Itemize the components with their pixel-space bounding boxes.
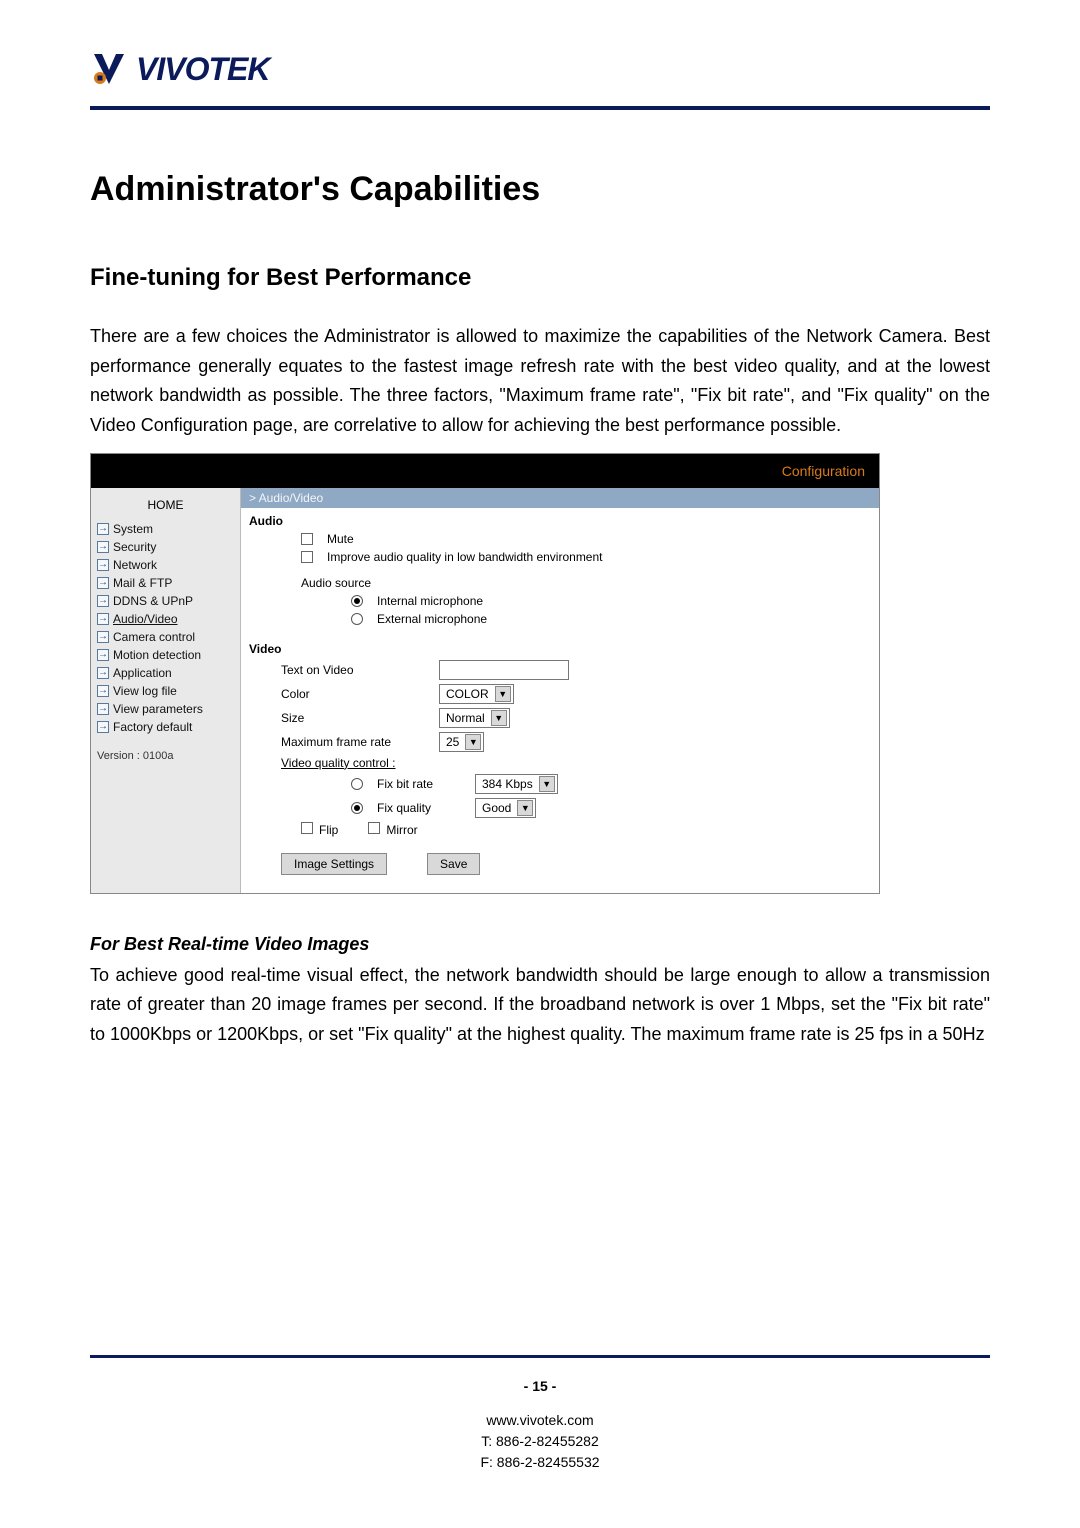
section-title: Fine-tuning for Best Performance [90,264,990,292]
audio-source-row: Audio source [241,566,879,592]
fix-quality-label: Fix quality [377,801,467,815]
color-select[interactable]: COLOR▼ [439,684,514,704]
sidebar-item-ddns-upnp[interactable]: →DDNS & UPnP [91,592,240,610]
fix-quality-radio[interactable] [351,802,363,814]
size-label: Size [281,711,431,725]
improve-row: Improve audio quality in low bandwidth e… [241,548,879,566]
fix-bit-row: Fix bit rate 384 Kbps▼ [241,772,879,796]
mute-label: Mute [327,532,354,546]
footer-site: www.vivotek.com [0,1410,1080,1431]
ext-mic-row: External microphone [241,610,879,628]
footer-tel: T: 886-2-82455282 [0,1431,1080,1452]
expand-icon: → [97,523,109,535]
chevron-down-icon: ▼ [465,734,481,750]
expand-icon: → [97,613,109,625]
flip-label: Flip [319,823,338,837]
sidebar-item-motion-detection[interactable]: →Motion detection [91,646,240,664]
config-sidebar: HOME →System →Security →Network →Mail & … [91,488,241,893]
sidebar-item-security[interactable]: →Security [91,538,240,556]
intro-paragraph: There are a few choices the Administrato… [90,322,990,441]
sidebar-item-camera-control[interactable]: →Camera control [91,628,240,646]
page-title: Administrator's Capabilities [90,170,990,209]
audio-header: Audio [241,508,879,530]
max-frame-row: Maximum frame rate 25▼ [241,730,879,754]
external-mic-radio[interactable] [351,613,363,625]
text-on-video-input[interactable] [439,660,569,680]
expand-icon: → [97,649,109,661]
expand-icon: → [97,577,109,589]
improve-label: Improve audio quality in low bandwidth e… [327,550,603,564]
expand-icon: → [97,721,109,733]
text-on-video-label: Text on Video [281,663,431,677]
improve-checkbox[interactable] [301,551,313,563]
int-mic-row: Internal microphone [241,592,879,610]
sidebar-item-application[interactable]: →Application [91,664,240,682]
image-settings-button[interactable]: Image Settings [281,853,387,875]
video-header: Video [241,628,879,658]
sidebar-item-factory-default[interactable]: →Factory default [91,718,240,736]
footer-fax: F: 886-2-82455532 [0,1452,1080,1473]
size-select[interactable]: Normal▼ [439,708,510,728]
fix-quality-row: Fix quality Good▼ [241,796,879,820]
logo-icon [90,50,128,88]
internal-mic-radio[interactable] [351,595,363,607]
chevron-down-icon: ▼ [495,686,511,702]
vqc-row: Video quality control : [241,754,879,772]
para2: To achieve good real-time visual effect,… [90,961,990,1050]
fix-quality-select[interactable]: Good▼ [475,798,536,818]
sidebar-item-view-log-file[interactable]: →View log file [91,682,240,700]
text-on-video-row: Text on Video [241,658,879,682]
expand-icon: → [97,667,109,679]
expand-icon: → [97,703,109,715]
page-number: - 15 - [0,1378,1080,1394]
color-label: Color [281,687,431,701]
chevron-down-icon: ▼ [517,800,533,816]
config-main: > Audio/Video Audio Mute Improve audio q… [241,488,879,893]
brand-logo: VIVOTEK [90,50,990,88]
sidebar-version: Version : 0100a [91,736,240,766]
sidebar-item-audio-video[interactable]: →Audio/Video [91,610,240,628]
external-mic-label: External microphone [377,612,487,626]
bottom-rule [90,1355,990,1358]
footer: www.vivotek.com T: 886-2-82455282 F: 886… [0,1410,1080,1473]
max-frame-select[interactable]: 25▼ [439,732,484,752]
vqc-label: Video quality control : [281,756,396,770]
size-row: Size Normal▼ [241,706,879,730]
config-titlebar: Configuration [91,454,879,488]
top-rule [90,106,990,110]
fix-bit-select[interactable]: 384 Kbps▼ [475,774,558,794]
expand-icon: → [97,685,109,697]
fix-bit-label: Fix bit rate [377,777,467,791]
sidebar-home[interactable]: HOME [91,488,240,520]
sidebar-item-view-parameters[interactable]: →View parameters [91,700,240,718]
max-frame-label: Maximum frame rate [281,735,431,749]
expand-icon: → [97,541,109,553]
chevron-down-icon: ▼ [491,710,507,726]
audio-source-label: Audio source [301,576,371,590]
subsection-title: For Best Real-time Video Images [90,934,990,955]
flip-checkbox[interactable] [301,822,313,834]
config-title: Configuration [782,463,865,479]
sidebar-item-network[interactable]: →Network [91,556,240,574]
flip-mirror-row: Flip Mirror [241,820,879,839]
button-row: Image Settings Save [241,839,879,893]
internal-mic-label: Internal microphone [377,594,483,608]
fix-bit-radio[interactable] [351,778,363,790]
expand-icon: → [97,595,109,607]
color-row: Color COLOR▼ [241,682,879,706]
breadcrumb: > Audio/Video [241,488,879,508]
expand-icon: → [97,631,109,643]
save-button[interactable]: Save [427,853,480,875]
brand-name: VIVOTEK [136,51,269,88]
mute-row: Mute [241,530,879,548]
mirror-checkbox[interactable] [368,822,380,834]
chevron-down-icon: ▼ [539,776,555,792]
mute-checkbox[interactable] [301,533,313,545]
config-screenshot: Configuration HOME →System →Security →Ne… [90,453,880,894]
sidebar-item-mail-ftp[interactable]: →Mail & FTP [91,574,240,592]
expand-icon: → [97,559,109,571]
sidebar-item-system[interactable]: →System [91,520,240,538]
mirror-label: Mirror [386,823,417,837]
